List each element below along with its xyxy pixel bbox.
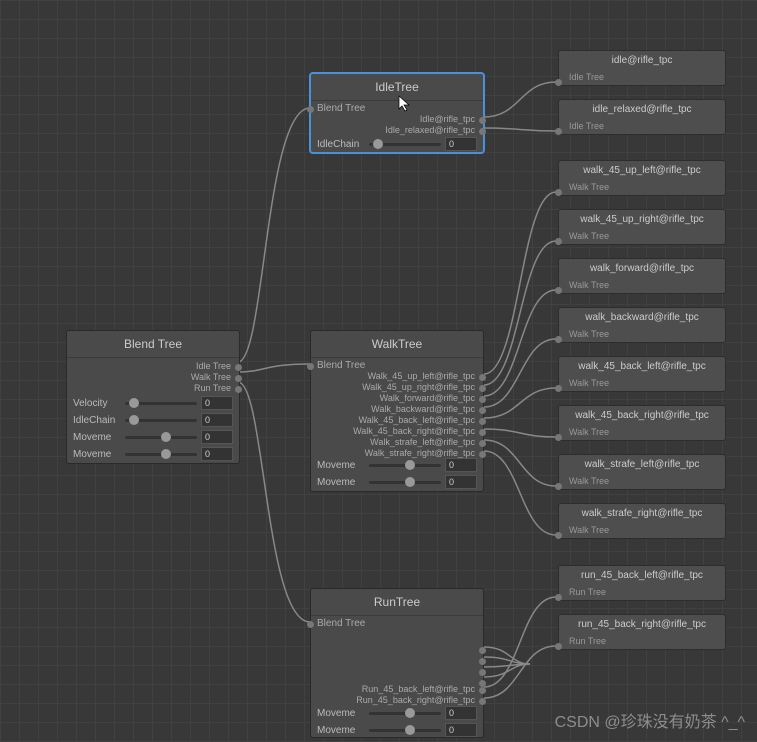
slider-thumb[interactable]: [161, 449, 171, 459]
param-slider[interactable]: Velocity 0: [73, 395, 233, 411]
node-walk-tree[interactable]: WalkTree Blend Tree Walk_45_up_left@rifl…: [310, 330, 484, 492]
slider-track[interactable]: [125, 419, 197, 422]
motion-node[interactable]: walk_backward@rifle_tpc Walk Tree: [558, 307, 726, 343]
motion-node[interactable]: run_45_back_right@rifle_tpc Run Tree: [558, 614, 726, 650]
slider-thumb[interactable]: [405, 477, 415, 487]
slider-thumb[interactable]: [405, 460, 415, 470]
node-title: RunTree: [311, 589, 483, 616]
slider-value[interactable]: 0: [445, 458, 477, 472]
node-idle-tree[interactable]: IdleTree Blend Tree Idle@rifle_tpc Idle_…: [310, 73, 484, 153]
slider-label: Moveme: [73, 449, 121, 460]
slider-track[interactable]: [369, 464, 441, 467]
slider-value[interactable]: 0: [201, 396, 233, 410]
slider-value[interactable]: 0: [201, 447, 233, 461]
slider-thumb[interactable]: [405, 725, 415, 735]
motion-title: walk_strafe_right@rifle_tpc: [559, 504, 725, 523]
motion-node[interactable]: walk_45_back_right@rifle_tpc Walk Tree: [558, 405, 726, 441]
motion-node[interactable]: walk_strafe_right@rifle_tpc Walk Tree: [558, 503, 726, 539]
node-run-tree[interactable]: RunTree Blend Tree Run_45_back_left@rifl…: [310, 588, 484, 738]
slider-track[interactable]: [125, 453, 197, 456]
motion-input-label: Walk Tree: [569, 427, 609, 437]
motion-title: idle@rifle_tpc: [559, 51, 725, 70]
node-input-label: Blend Tree: [317, 618, 365, 629]
motion-input-label: Walk Tree: [569, 525, 609, 535]
param-slider[interactable]: Moveme 0: [317, 474, 477, 490]
motion-input-label: Walk Tree: [569, 329, 609, 339]
motion-title: walk_forward@rifle_tpc: [559, 259, 725, 278]
param-slider[interactable]: IdleChain 0: [73, 412, 233, 428]
slider-label: IdleChain: [317, 139, 365, 150]
motion-node[interactable]: walk_strafe_left@rifle_tpc Walk Tree: [558, 454, 726, 490]
motion-node[interactable]: idle@rifle_tpc Idle Tree: [558, 50, 726, 86]
param-slider[interactable]: Moveme 0: [317, 457, 477, 473]
param-slider[interactable]: Moveme 0: [317, 705, 477, 721]
motion-title: walk_strafe_left@rifle_tpc: [559, 455, 725, 474]
motion-input-label: Walk Tree: [569, 378, 609, 388]
motion-node[interactable]: run_45_back_left@rifle_tpc Run Tree: [558, 565, 726, 601]
motion-node[interactable]: walk_45_up_left@rifle_tpc Walk Tree: [558, 160, 726, 196]
slider-track[interactable]: [369, 729, 441, 732]
motion-input-label: Idle Tree: [569, 121, 604, 131]
node-blend-tree[interactable]: Blend Tree Idle Tree Walk Tree Run Tree …: [66, 330, 240, 464]
motion-node[interactable]: walk_forward@rifle_tpc Walk Tree: [558, 258, 726, 294]
node-input-label: Blend Tree: [317, 360, 365, 371]
slider-label: Moveme: [73, 432, 121, 443]
node-input-label: Blend Tree: [317, 103, 365, 114]
slider-label: Moveme: [317, 725, 365, 736]
slider-track[interactable]: [125, 402, 197, 405]
motion-title: idle_relaxed@rifle_tpc: [559, 100, 725, 119]
param-slider[interactable]: Moveme 0: [73, 429, 233, 445]
slider-thumb[interactable]: [373, 139, 383, 149]
slider-label: Moveme: [317, 477, 365, 488]
motion-input-label: Run Tree: [569, 587, 606, 597]
slider-track[interactable]: [369, 143, 441, 146]
slider-track[interactable]: [369, 712, 441, 715]
motion-node[interactable]: walk_45_back_left@rifle_tpc Walk Tree: [558, 356, 726, 392]
slider-thumb[interactable]: [129, 415, 139, 425]
param-slider[interactable]: Moveme 0: [317, 722, 477, 738]
slider-thumb[interactable]: [405, 708, 415, 718]
slider-label: Moveme: [317, 708, 365, 719]
motion-title: walk_45_back_left@rifle_tpc: [559, 357, 725, 376]
node-title: Blend Tree: [67, 331, 239, 358]
motion-input-label: Walk Tree: [569, 231, 609, 241]
watermark: CSDN @珍珠没有奶茶 ^_^: [555, 708, 745, 732]
motion-input-label: Idle Tree: [569, 72, 604, 82]
slider-thumb[interactable]: [161, 432, 171, 442]
node-title: WalkTree: [311, 331, 483, 358]
motion-title: walk_45_up_left@rifle_tpc: [559, 161, 725, 180]
slider-thumb[interactable]: [129, 398, 139, 408]
slider-value[interactable]: 0: [445, 723, 477, 737]
slider-label: Velocity: [73, 398, 121, 409]
slider-value[interactable]: 0: [201, 413, 233, 427]
motion-title: walk_backward@rifle_tpc: [559, 308, 725, 327]
motion-input-label: Walk Tree: [569, 476, 609, 486]
slider-track[interactable]: [369, 481, 441, 484]
motion-input-label: Walk Tree: [569, 182, 609, 192]
slider-track[interactable]: [125, 436, 197, 439]
slider-value[interactable]: 0: [445, 706, 477, 720]
slider-label: Moveme: [317, 460, 365, 471]
slider-value[interactable]: 0: [445, 137, 477, 151]
param-slider[interactable]: Moveme 0: [73, 446, 233, 462]
slider-label: IdleChain: [73, 415, 121, 426]
motion-title: run_45_back_left@rifle_tpc: [559, 566, 725, 585]
slider-value[interactable]: 0: [201, 430, 233, 444]
motion-node[interactable]: walk_45_up_right@rifle_tpc Walk Tree: [558, 209, 726, 245]
motion-input-label: Walk Tree: [569, 280, 609, 290]
motion-title: walk_45_up_right@rifle_tpc: [559, 210, 725, 229]
motion-input-label: Run Tree: [569, 636, 606, 646]
motion-title: walk_45_back_right@rifle_tpc: [559, 406, 725, 425]
param-slider[interactable]: IdleChain 0: [317, 136, 477, 152]
motion-title: run_45_back_right@rifle_tpc: [559, 615, 725, 634]
node-title: IdleTree: [311, 74, 483, 101]
motion-node[interactable]: idle_relaxed@rifle_tpc Idle Tree: [558, 99, 726, 135]
slider-value[interactable]: 0: [445, 475, 477, 489]
